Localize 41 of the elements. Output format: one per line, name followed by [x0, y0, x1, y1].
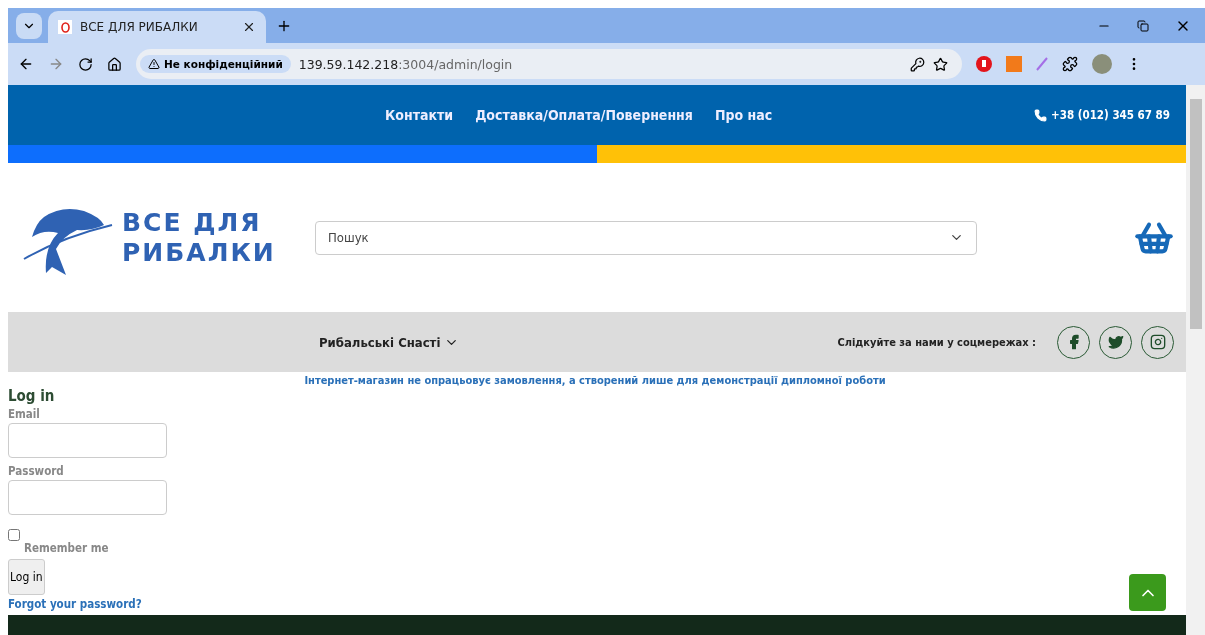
email-field[interactable] [8, 423, 167, 458]
url-text: 139.59.142.218:3004/admin/login [298, 56, 513, 72]
password-label: Password [8, 464, 64, 478]
nav-link[interactable]: Доставка/Оплата/Повернення [475, 107, 693, 123]
scrollbar[interactable] [1186, 85, 1205, 635]
pen-icon[interactable] [1036, 57, 1048, 71]
remember-label: Remember me [24, 541, 109, 555]
forgot-password-link[interactable]: Forgot your password? [8, 597, 142, 611]
nav-link[interactable]: Контакти [385, 107, 454, 123]
scroll-top-button[interactable] [1129, 574, 1166, 611]
address-bar[interactable]: Не конфіденційний 139.59.142.218:3004/admin/login [136, 49, 962, 79]
security-chip[interactable]: Не конфіденційний [140, 55, 291, 73]
bookmark-star-icon[interactable] [933, 56, 948, 72]
home-icon[interactable] [107, 56, 122, 72]
nav-link[interactable]: Про нас [714, 107, 773, 123]
phone-number[interactable]: +38 (012) 345 67 89 [1051, 108, 1170, 122]
search-field[interactable]: Пошук [315, 220, 977, 255]
login-title: Log in [8, 387, 55, 405]
close-icon[interactable] [242, 20, 256, 34]
category-menu[interactable]: Рибальські Снасті [319, 334, 460, 350]
remember-checkbox[interactable] [8, 529, 20, 541]
tab-search-button[interactable] [16, 13, 42, 39]
email-label: Email [8, 407, 40, 421]
new-tab-icon[interactable] [276, 18, 292, 34]
password-field[interactable] [8, 480, 167, 515]
social-label: Слідкуйте за нами у соцмережах : [837, 335, 1036, 349]
back-icon[interactable] [18, 56, 34, 72]
key-icon[interactable] [910, 56, 925, 72]
restore-icon[interactable] [1137, 19, 1149, 32]
notice-text: Інтернет-магазин не опрацьовує замовлення, а створений лише для демонстрації дипломної роботи [303, 374, 887, 387]
stop-hand-icon[interactable] [976, 56, 992, 72]
logo-text[interactable]: РИБАЛКИ [122, 237, 276, 268]
warning-icon [148, 58, 160, 70]
site-favicon-icon [58, 20, 72, 34]
phone-icon [1034, 108, 1048, 122]
reload-icon[interactable] [78, 56, 93, 72]
browser-tab[interactable]: ВСЕ ДЛЯ РИБАЛКИ [48, 11, 266, 43]
tab-title: ВСЕ ДЛЯ РИБАЛКИ [80, 20, 199, 34]
logo-text[interactable]: ВСЕ ДЛЯ [122, 207, 276, 238]
puzzle-icon[interactable] [1062, 56, 1078, 72]
login-button[interactable]: Log in [8, 559, 45, 595]
